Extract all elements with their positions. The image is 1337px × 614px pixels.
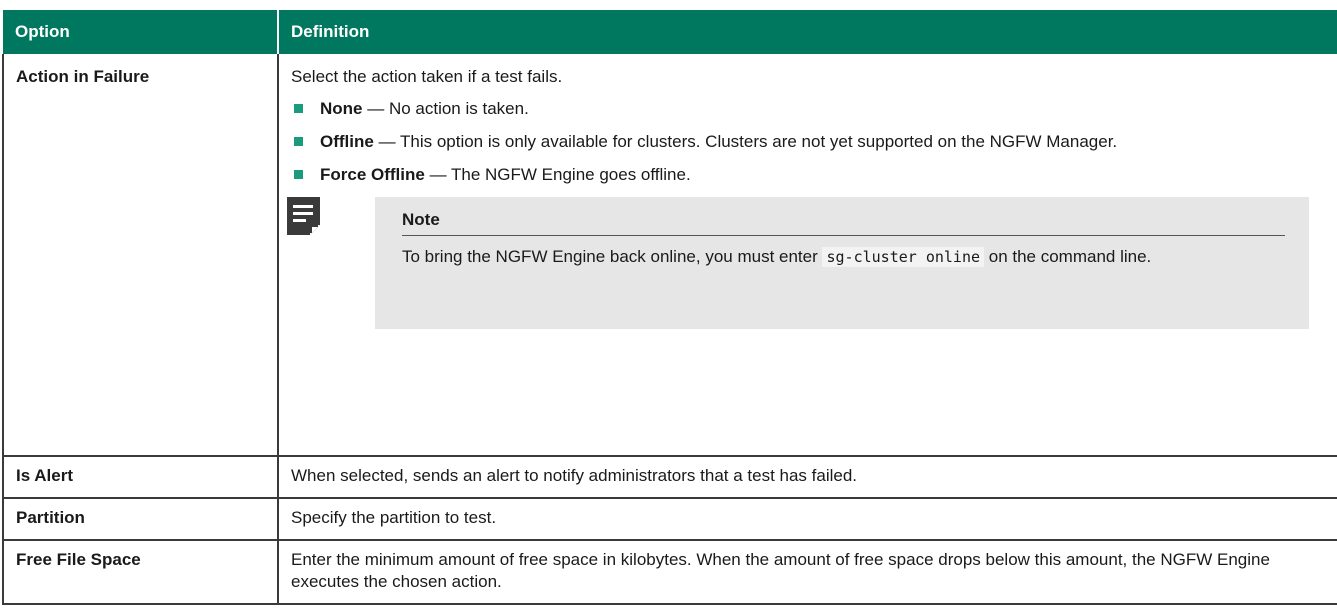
bullet-icon	[294, 170, 303, 179]
table-row: Action in Failure Select the action take…	[2, 54, 1337, 457]
list-item-term: Force Offline	[320, 165, 425, 184]
definition-cell: Specify the partition to test.	[277, 497, 1337, 541]
header-definition: Definition	[277, 10, 1337, 54]
list-item: Force Offline — The NGFW Engine goes off…	[291, 164, 1330, 186]
table-header-row: Option Definition	[3, 10, 1337, 54]
definition-table-wrapper: Option Definition Action in Failure Sele…	[2, 10, 1337, 605]
note-title: Note	[402, 209, 1285, 236]
table-row: Partition Specify the partition to test.	[2, 497, 1337, 541]
definition-cell: When selected, sends an alert to notify …	[277, 455, 1337, 499]
note-code: sg-cluster online	[822, 247, 985, 267]
option-cell: Action in Failure	[2, 54, 279, 457]
action-list: None — No action is taken. Offline — Thi…	[291, 98, 1330, 186]
definition-intro: Select the action taken if a test fails.	[291, 67, 563, 86]
bullet-icon	[294, 104, 303, 113]
options-table: Option Definition Action in Failure Sele…	[2, 10, 1337, 605]
list-item: Offline — This option is only available …	[291, 131, 1330, 153]
note-box: Note To bring the NGFW Engine back onlin…	[375, 197, 1309, 329]
option-cell: Partition	[2, 497, 279, 541]
definition-cell: Enter the minimum amount of free space i…	[277, 539, 1337, 605]
note-document-icon	[287, 197, 320, 235]
header-option: Option	[3, 10, 278, 54]
list-item: None — No action is taken.	[291, 98, 1330, 120]
table-row: Is Alert When selected, sends an alert t…	[2, 455, 1337, 499]
bullet-icon	[294, 137, 303, 146]
list-item-term: None	[320, 99, 363, 118]
definition-cell: Select the action taken if a test fails.…	[277, 54, 1337, 457]
note-text-after: on the command line.	[984, 247, 1152, 266]
option-cell: Is Alert	[2, 455, 279, 499]
note-callout: Note To bring the NGFW Engine back onlin…	[287, 197, 1330, 329]
list-item-desc: — No action is taken.	[362, 99, 529, 118]
list-item-desc: — This option is only available for clus…	[373, 132, 1118, 151]
option-cell: Free File Space	[2, 539, 279, 605]
list-item-term: Offline	[320, 132, 374, 151]
note-text: To bring the NGFW Engine back online, yo…	[402, 246, 1285, 268]
list-item-desc: — The NGFW Engine goes offline.	[424, 165, 691, 184]
table-row: Free File Space Enter the minimum amount…	[2, 539, 1337, 605]
note-text-before: To bring the NGFW Engine back online, yo…	[402, 247, 823, 266]
